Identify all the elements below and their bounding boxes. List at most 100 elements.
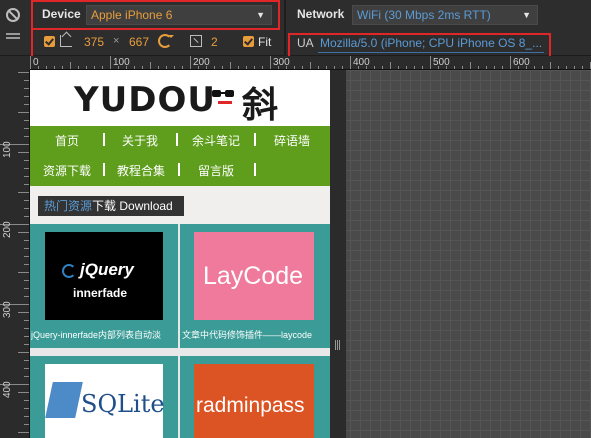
ruler-tick (18, 312, 29, 313)
resource-card[interactable]: radminpass (180, 356, 330, 438)
resource-card[interactable]: SQLite (30, 356, 178, 438)
network-select[interactable]: WiFi (30 Mbps 2ms RTT) ▼ (352, 5, 538, 25)
fit-checkbox[interactable] (243, 36, 254, 47)
nav-divider (103, 133, 105, 146)
ruler-tick (30, 62, 31, 69)
times-sign: × (113, 35, 120, 47)
vertical-ruler: 100 200 300 400 (0, 70, 30, 438)
ruler-label: 200 (2, 221, 13, 238)
ruler-label: 400 (353, 57, 370, 68)
thumb-title: jQuery (80, 260, 134, 279)
ruler-tick (18, 392, 29, 393)
ruler-tick (310, 62, 311, 69)
emulation-canvas (330, 70, 591, 438)
network-select-value: WiFi (30 Mbps 2ms RTT) (357, 8, 491, 22)
ruler-tick (110, 62, 111, 69)
device-pixel-ratio-icon (190, 35, 202, 47)
network-label: Network (297, 7, 345, 21)
device-highlight-extension (31, 30, 33, 58)
site-nav: 首页 关于我 余斗笔记 碎语墙 资源下载 教程合集 留言版 (30, 126, 330, 186)
ruler-tick (70, 62, 71, 69)
card-title[interactable]: jQuery-innerfade内部列表自动淡 (31, 328, 177, 341)
resource-card[interactable]: LayCode 文章中代码修饰插件——laycode (180, 224, 330, 348)
nav-item-home[interactable]: 首页 (55, 132, 79, 149)
thumb-title: LayCode (203, 262, 304, 290)
jquery-swirl-icon (62, 264, 76, 278)
nav-divider (254, 163, 256, 176)
resolution-checkbox[interactable] (44, 36, 55, 47)
resolution-row: 375 × 667 2 Fit (0, 32, 284, 52)
resize-icon (60, 35, 72, 47)
thumb-title: radminpass (196, 394, 305, 417)
height-field[interactable]: 667 (129, 35, 149, 49)
horizontal-ruler: 0 100 200 300 400 500 600 (30, 56, 591, 70)
sqlite-thumbnail: SQLite (45, 364, 165, 438)
ruler-label: 100 (113, 57, 130, 68)
section-tag[interactable]: 热门资源下载 Download (38, 196, 184, 216)
section-hot-label: 热门资源 (44, 199, 93, 213)
nav-item-wall[interactable]: 碎语墙 (274, 132, 310, 149)
nav-item-about[interactable]: 关于我 (122, 132, 158, 149)
pixel-ratio-field[interactable]: 2 (211, 35, 218, 49)
ruler-label: 500 (433, 57, 450, 68)
thumb-subtitle: innerfade (73, 286, 128, 300)
toolbar-divider (284, 0, 286, 56)
card-title[interactable]: 文章中代码修饰插件——laycode (182, 328, 328, 341)
section-header: 热门资源下载 Download (30, 186, 330, 224)
ruler-label: 400 (2, 381, 13, 398)
ruler-tick (18, 72, 29, 73)
nav-item-tutorials[interactable]: 教程合集 (117, 162, 165, 179)
devtools-device-mode: Device Apple iPhone 6 ▼ Network WiFi (30… (0, 0, 591, 438)
ruler-tick (18, 352, 29, 353)
logo-char: 斜 (242, 84, 279, 125)
chevron-down-icon: ▼ (522, 10, 531, 20)
ruler-tick (18, 432, 29, 433)
ruler-label: 300 (273, 57, 290, 68)
radminpass-thumbnail: radminpass (194, 364, 314, 438)
feather-icon (45, 382, 83, 418)
disable-emulation-icon[interactable] (6, 8, 20, 22)
ruler-tick (150, 62, 151, 69)
sunglasses-icon (212, 88, 238, 106)
ruler-tick (390, 62, 391, 69)
ruler-tick (18, 112, 29, 113)
nav-item-downloads[interactable]: 资源下载 (43, 162, 91, 179)
ruler-label: 100 (2, 141, 13, 158)
resource-grid: jQuery innerfade jQuery-innerfade内部列表自动淡… (30, 224, 330, 438)
ruler-tick (18, 192, 29, 193)
ruler-tick (510, 62, 511, 69)
width-field[interactable]: 375 (84, 35, 104, 49)
thumb-title: SQLite (81, 390, 165, 418)
fit-label: Fit (258, 35, 272, 49)
resource-card[interactable]: jQuery innerfade jQuery-innerfade内部列表自动淡 (30, 224, 178, 348)
ruler-tick (550, 62, 551, 69)
device-highlight-box (31, 0, 280, 30)
grid-row-divider (30, 348, 330, 356)
nav-divider (178, 163, 180, 176)
ruler-tick (430, 62, 431, 69)
ruler-tick (18, 272, 29, 273)
ruler-tick (190, 62, 191, 69)
ruler-tick (18, 152, 29, 153)
ruler-label: 300 (2, 301, 13, 318)
ruler-label: 600 (513, 57, 530, 68)
ruler-tick (270, 62, 271, 69)
nav-divider (176, 133, 178, 146)
ruler-tick (230, 62, 231, 69)
site-logo[interactable]: YUDOU 斜 (30, 70, 330, 126)
ruler-tick (350, 62, 351, 69)
ruler-tick (470, 62, 471, 69)
section-download-label: 下载 Download (92, 199, 173, 213)
viewport-resizer[interactable] (330, 70, 346, 438)
nav-item-guestbook[interactable]: 留言版 (198, 162, 234, 179)
jquery-thumbnail: jQuery innerfade (45, 232, 163, 320)
resize-handle-icon[interactable] (335, 340, 341, 350)
logo-text: YUDOU (74, 80, 216, 120)
emulated-viewport[interactable]: YUDOU 斜 首页 关于我 余斗笔记 碎语墙 资源下载 教程合集 留言版 热门 (30, 70, 330, 438)
swap-dimensions-icon[interactable] (158, 34, 174, 48)
ruler-corner (0, 56, 30, 70)
nav-item-notes[interactable]: 余斗笔记 (192, 132, 240, 149)
nav-divider (103, 163, 105, 176)
laycode-thumbnail: LayCode (194, 232, 314, 320)
nav-divider (254, 133, 256, 146)
